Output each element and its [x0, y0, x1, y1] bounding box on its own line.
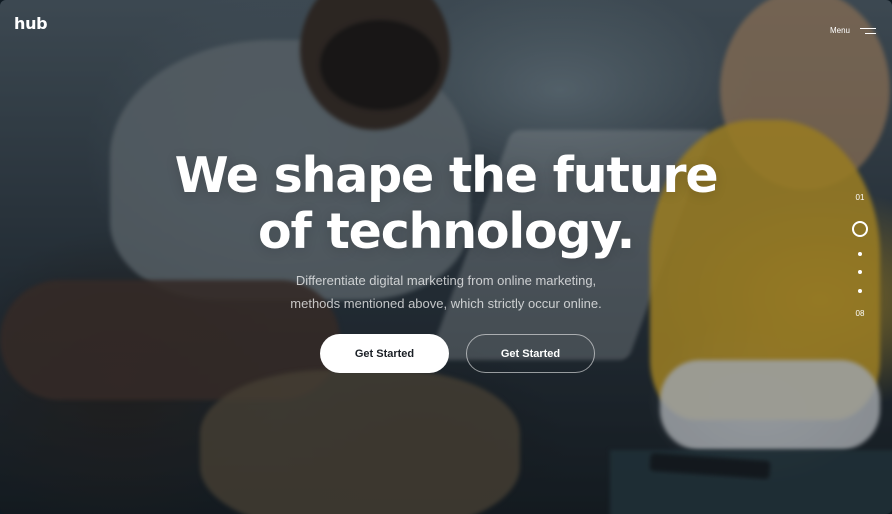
pager-total-number: 08 [855, 309, 865, 318]
hero-subtext: Differentiate digital marketing from onl… [0, 269, 892, 315]
subtext-line-2: methods mentioned above, which strictly … [290, 296, 602, 311]
hamburger-icon [860, 27, 876, 34]
get-started-button-secondary[interactable]: Get Started [466, 334, 595, 373]
pager-current-number: 01 [855, 193, 865, 202]
slide-pager: 01 08 [848, 190, 872, 320]
pager-active-ring-icon[interactable] [852, 221, 868, 237]
menu-label: Menu [829, 26, 850, 35]
pager-dot-icon[interactable] [858, 270, 862, 274]
get-started-button-primary[interactable]: Get Started [320, 334, 449, 373]
pager-dot-icon[interactable] [858, 252, 862, 256]
subtext-line-1: Differentiate digital marketing from onl… [295, 273, 597, 288]
menu-button[interactable]: Menu [830, 26, 876, 35]
logo[interactable]: hub [14, 14, 48, 33]
hero-headline: We shape the future of technology. [0, 148, 892, 260]
hero-section: hub Menu We shape the future of technolo… [0, 0, 892, 514]
pager-dot-icon[interactable] [858, 289, 862, 293]
headline-line-1: We shape the future [174, 147, 719, 204]
headline-line-2: of technology. [258, 203, 635, 260]
